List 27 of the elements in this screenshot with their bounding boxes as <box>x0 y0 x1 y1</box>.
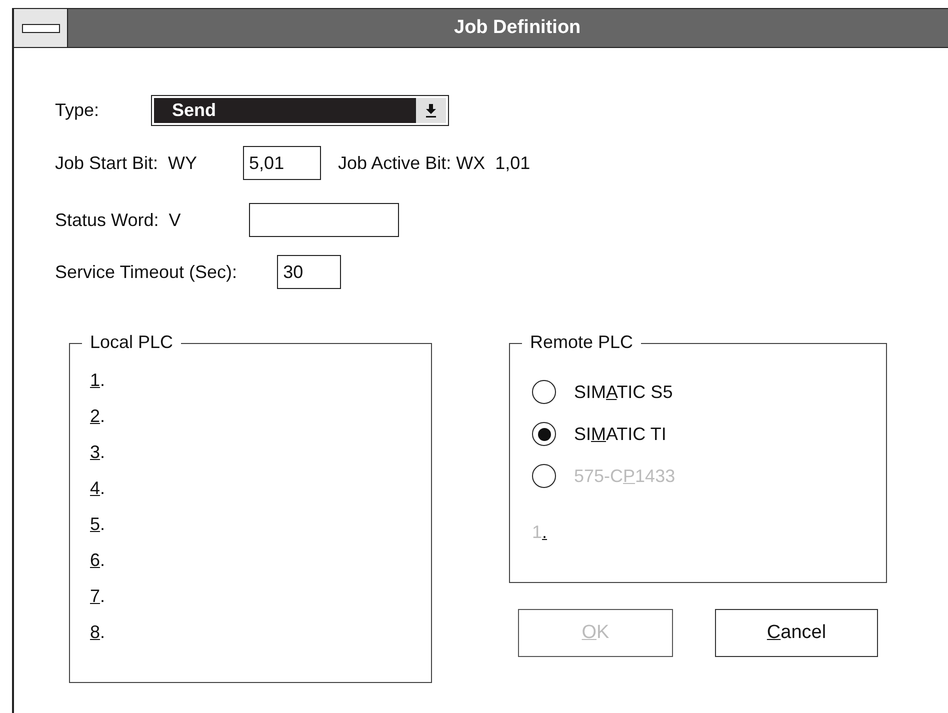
type-label: Type: <box>55 100 100 121</box>
list-entry[interactable]: 5. <box>90 513 106 535</box>
list-entry[interactable]: 8. <box>90 621 106 643</box>
type-dropdown[interactable]: Send <box>151 95 450 126</box>
radio-label: 575-CP1433 <box>574 465 676 488</box>
job-start-bit-label: Job Start Bit: WY <box>55 152 198 174</box>
system-menu-button[interactable] <box>14 9 68 47</box>
window-title: Job Definition <box>454 17 581 39</box>
radio-button[interactable] <box>532 380 556 404</box>
list-entry[interactable]: 6. <box>90 549 106 571</box>
type-value: Send <box>154 98 416 123</box>
list-entry[interactable]: 2. <box>90 405 106 427</box>
remote-entry: 1. <box>532 521 548 544</box>
radio-label: SIMATIC S5 <box>574 381 673 404</box>
service-timeout-field[interactable]: 30 <box>277 255 342 289</box>
service-timeout-label: Service Timeout (Sec): <box>55 262 238 282</box>
radio-button[interactable] <box>532 422 556 446</box>
radio-label: SIMATIC TI <box>574 423 666 446</box>
list-entry[interactable]: 4. <box>90 477 106 499</box>
list-entry[interactable]: 7. <box>90 585 106 607</box>
job-start-bit-field[interactable]: 5,01 <box>243 146 322 180</box>
list-entry[interactable]: 3. <box>90 441 106 463</box>
cancel-button[interactable]: Cancel <box>715 609 878 657</box>
status-word-label: Status Word: V <box>55 210 181 230</box>
job-active-bit-label: Job Active Bit: WX 1,01 <box>338 152 530 174</box>
status-word-field[interactable] <box>248 203 399 237</box>
list-entry[interactable]: 1. <box>90 369 106 391</box>
